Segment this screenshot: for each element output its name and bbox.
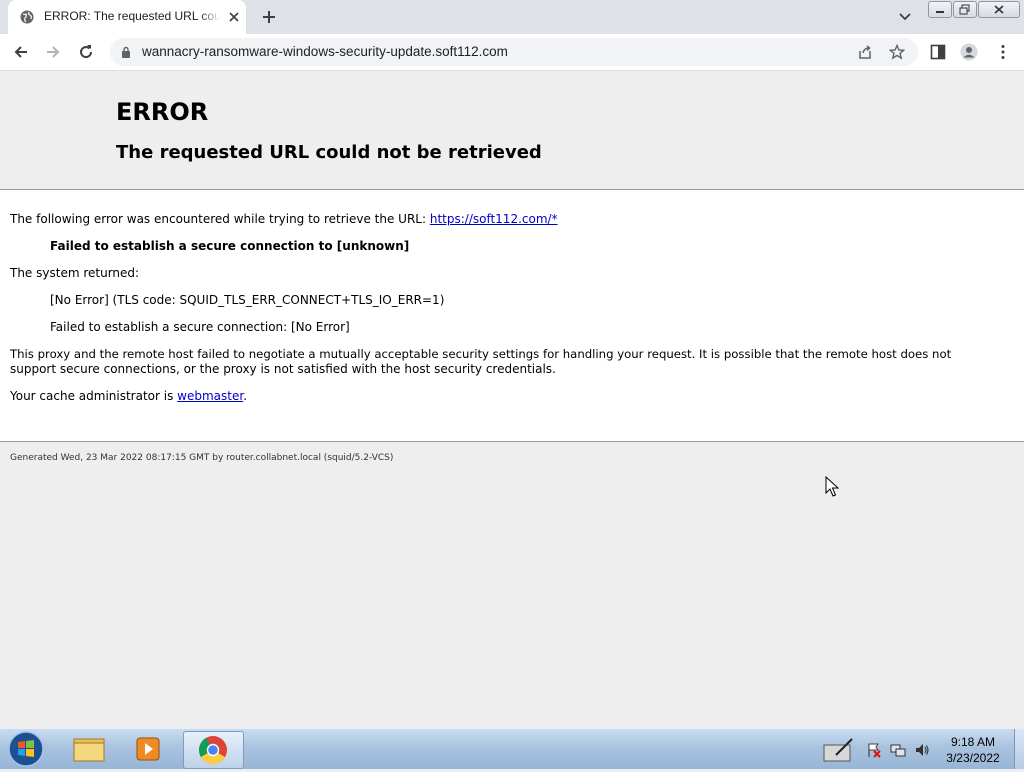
chrome-icon [199, 736, 227, 764]
forward-icon[interactable] [44, 43, 62, 61]
restore-icon [959, 4, 970, 15]
clock-time: 9:18 AM [950, 735, 996, 749]
menu-icon[interactable] [994, 43, 1012, 61]
error-intro: The following error was encountered whil… [10, 212, 558, 227]
show-desktop-button[interactable] [1014, 729, 1024, 769]
system-returned-label: The system returned: [10, 266, 140, 280]
close-tab-icon[interactable] [227, 10, 241, 24]
page-content: ERROR The requested URL could not be ret… [0, 71, 1024, 728]
secure-connection-error: Failed to establish a secure connection:… [50, 320, 350, 334]
lock-icon[interactable] [121, 46, 131, 58]
taskbar: 9:18 AM 3/23/2022 [0, 728, 1024, 769]
minimize-button[interactable] [928, 1, 952, 18]
back-icon[interactable] [12, 43, 30, 61]
error-detail: Failed to establish a secure connection … [50, 239, 410, 253]
tab-active[interactable]: ERROR: The requested URL could not be re… [8, 0, 246, 34]
profile-icon[interactable] [960, 43, 978, 61]
network-flag-icon[interactable] [866, 742, 882, 758]
restore-button[interactable] [953, 1, 977, 18]
page-subtitle: The requested URL could not be retrieved [116, 142, 542, 163]
reload-icon[interactable] [77, 43, 95, 61]
close-icon [994, 5, 1004, 14]
taskbar-media-player[interactable] [120, 731, 178, 767]
close-window-button[interactable] [978, 1, 1020, 18]
error-intro-text: The following error was encountered whil… [10, 212, 430, 226]
volume-icon[interactable] [914, 742, 930, 758]
new-tab-icon[interactable] [261, 9, 277, 25]
media-player-icon [136, 737, 160, 761]
window-controls [928, 1, 1020, 18]
mouse-cursor-icon [825, 476, 839, 497]
action-center-icon[interactable] [822, 735, 856, 763]
browser-toolbar: wannacry-ransomware-windows-security-upd… [0, 34, 1024, 71]
start-button[interactable] [6, 730, 46, 768]
footer-text: Generated Wed, 23 Mar 2022 08:17:15 GMT … [10, 453, 394, 463]
admin-suffix: . [243, 389, 248, 403]
admin-prefix: Your cache administrator is [10, 389, 178, 403]
webmaster-link[interactable]: webmaster [177, 389, 243, 403]
folder-icon [73, 738, 105, 762]
page-title: ERROR [116, 98, 209, 126]
system-clock[interactable]: 9:18 AM 3/23/2022 [936, 734, 1010, 766]
chevron-down-icon[interactable] [897, 11, 913, 23]
error-body: The following error was encountered whil… [0, 190, 1024, 442]
error-header: ERROR The requested URL could not be ret… [0, 71, 1024, 190]
admin-line: Your cache administrator is webmaster. [10, 389, 247, 404]
taskbar-chrome[interactable] [183, 731, 244, 769]
side-panel-icon[interactable] [929, 43, 947, 61]
share-icon[interactable] [857, 44, 873, 60]
clock-date: 3/23/2022 [946, 751, 1000, 765]
tab-strip: ERROR: The requested URL could not be re… [0, 0, 1024, 34]
url-text: wannacry-ransomware-windows-security-upd… [142, 44, 508, 59]
network-icon[interactable] [890, 742, 906, 758]
explanation-line-1: This proxy and the remote host failed to… [10, 347, 952, 361]
taskbar-explorer[interactable] [60, 731, 118, 767]
requested-url-link[interactable]: https://soft112.com/* [430, 212, 558, 226]
globe-icon [20, 10, 34, 24]
tab-title: ERROR: The requested URL could not be re… [44, 9, 220, 23]
minimize-icon [936, 11, 944, 13]
explanation-line-2: support secure connections, or the proxy… [10, 362, 556, 376]
tls-code: [No Error] (TLS code: SQUID_TLS_ERR_CONN… [50, 293, 445, 307]
star-icon[interactable] [889, 44, 905, 60]
address-bar[interactable]: wannacry-ransomware-windows-security-upd… [110, 38, 918, 66]
